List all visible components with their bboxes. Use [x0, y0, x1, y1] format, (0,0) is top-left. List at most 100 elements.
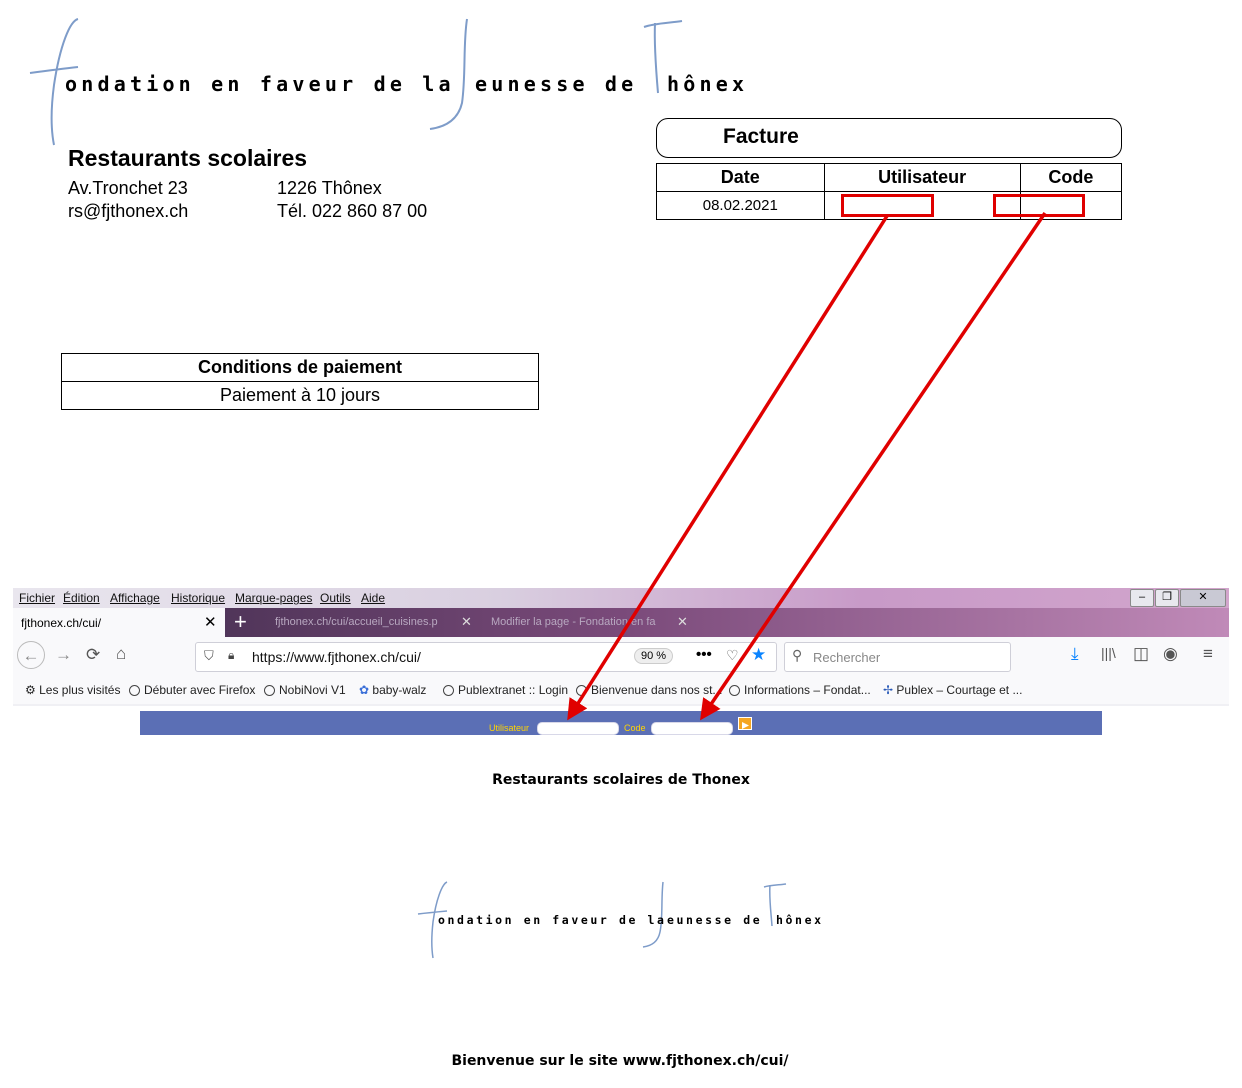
tab-inactive-1[interactable]: fjthonex.ch/cui/accueil_cuisines.p ✕: [275, 612, 475, 634]
menu-historique[interactable]: Historique: [171, 591, 225, 605]
logo-text-part2: eunesse de: [475, 72, 638, 96]
bookmark-label: Débuter avec Firefox: [144, 683, 256, 697]
site-user-input[interactable]: [537, 722, 619, 735]
url-text[interactable]: https://www.fjthonex.ch/cui/: [252, 649, 421, 665]
bookmark-label: Bienvenue dans nos st...: [591, 683, 723, 697]
new-tab-icon[interactable]: +: [234, 609, 247, 635]
bookmark-most-visited[interactable]: ⚙ Les plus visités: [25, 683, 120, 697]
browser-window: Fichier Édition Affichage Historique Mar…: [13, 588, 1229, 706]
globe-icon: [264, 685, 275, 696]
bookmark-publex[interactable]: ✢ Publex – Courtage et ...: [883, 683, 1022, 697]
menu-aide[interactable]: Aide: [361, 591, 385, 605]
menu-marque-pages[interactable]: Marque-pages: [235, 591, 312, 605]
bookmark-bienvenue[interactable]: Bienvenue dans nos st...: [576, 683, 722, 697]
bookmark-label: Informations – Fondat...: [744, 683, 871, 697]
invoice-header-code: Code: [1019, 163, 1123, 192]
bookmark-label: baby-walz: [372, 683, 427, 697]
logo-text-part1: ondation en faveur de la: [65, 72, 455, 96]
payment-header: Conditions de paiement: [61, 353, 539, 382]
menu-bar: Fichier Édition Affichage Historique Mar…: [13, 588, 1229, 608]
bookmark-label: Publex – Courtage et ...: [896, 683, 1023, 697]
logo-small-part1: ondation en faveur de la: [438, 913, 667, 927]
library-icon[interactable]: |||\: [1101, 645, 1116, 661]
minimize-button[interactable]: –: [1130, 589, 1154, 607]
tab-inactive-2[interactable]: Modifier la page - Fondation en fa ✕: [491, 612, 691, 634]
bookmark-label: NobiNovi V1: [279, 683, 346, 697]
letterhead-phone: Tél. 022 860 87 00: [277, 201, 428, 221]
bookmark-label: Les plus visités: [39, 683, 121, 697]
letterhead-city: 1226 Thônex: [277, 178, 382, 198]
logo-small-part2: eunesse de: [667, 913, 763, 927]
payment-table: Conditions de paiement Paiement à 10 jou…: [61, 353, 539, 410]
invoice-date: 08.02.2021: [656, 191, 825, 220]
lock-icon[interactable]: 🔒︎: [228, 648, 234, 663]
shield-icon[interactable]: ⛉: [204, 648, 214, 664]
globe-icon: [443, 685, 454, 696]
site-heading: Restaurants scolaires de Thonex: [492, 772, 750, 788]
bookmark-baby-walz[interactable]: ✿ baby-walz: [359, 683, 426, 697]
menu-hamburger-icon[interactable]: ≡: [1203, 644, 1213, 664]
close-window-button[interactable]: ✕: [1180, 589, 1226, 607]
letterhead-email: rs@fjthonex.ch: [68, 201, 189, 221]
invoice-header-user: Utilisateur: [823, 163, 1021, 192]
gear-icon: ⚙: [25, 683, 40, 697]
bookmark-informations[interactable]: Informations – Fondat...: [729, 683, 871, 697]
payment-terms: Paiement à 10 jours: [61, 381, 539, 410]
menu-affichage[interactable]: Affichage: [110, 591, 160, 605]
bookmark-publextranet[interactable]: Publextranet :: Login: [443, 683, 568, 697]
account-icon[interactable]: ◉: [1163, 644, 1178, 664]
bookmark-label: Publextranet :: Login: [458, 683, 569, 697]
reload-icon[interactable]: ⟳: [86, 645, 100, 665]
tab-active-label: fjthonex.ch/cui/: [21, 616, 102, 630]
globe-icon: [576, 685, 587, 696]
zoom-badge[interactable]: 90 %: [634, 648, 674, 664]
downloads-icon[interactable]: ⤓: [1071, 644, 1079, 664]
search-placeholder: Rechercher: [813, 650, 881, 665]
forward-icon[interactable]: →: [55, 645, 72, 665]
tab-inactive-2-close-icon[interactable]: ✕: [677, 614, 688, 630]
tab-inactive-1-label: fjthonex.ch/cui/accueil_cuisines.p: [275, 616, 438, 628]
site-login-bar: Utilisateur Code: [140, 711, 1102, 735]
tab-inactive-1-close-icon[interactable]: ✕: [461, 614, 472, 630]
logo-text-part3: hônex: [667, 72, 749, 96]
bookmark-star-icon[interactable]: ★: [751, 645, 766, 665]
tab-inactive-2-label: Modifier la page - Fondation en fa: [491, 616, 656, 628]
globe-icon: [129, 685, 140, 696]
flower-icon: ✿: [359, 683, 373, 697]
site-code-label: Code: [624, 723, 646, 733]
menu-fichier[interactable]: Fichier: [19, 591, 55, 605]
page-actions-icon[interactable]: •••: [696, 646, 712, 663]
back-icon[interactable]: ←: [17, 641, 45, 669]
home-icon[interactable]: ⌂: [116, 644, 126, 664]
pocket-icon[interactable]: ♡: [726, 647, 739, 664]
publex-icon: ✢: [883, 683, 897, 697]
bookmark-nobinovi[interactable]: NobiNovi V1: [264, 683, 346, 697]
tab-strip: fjthonex.ch/cui/ ✕ + fjthonex.ch/cui/acc…: [13, 608, 1229, 637]
menu-outils[interactable]: Outils: [320, 591, 351, 605]
sidebar-icon[interactable]: ◫: [1133, 644, 1149, 664]
logo-small-part3: hônex: [776, 913, 824, 927]
globe-icon: [729, 685, 740, 696]
letterhead-title: Restaurants scolaires: [68, 145, 308, 171]
invoice-title: Facture: [723, 125, 799, 148]
invoice-header-date: Date: [656, 163, 825, 192]
login-submit-button[interactable]: [738, 717, 752, 730]
site-code-input[interactable]: [651, 722, 733, 735]
restore-button[interactable]: ❐: [1155, 589, 1179, 607]
letterhead-street: Av.Tronchet 23: [68, 178, 188, 198]
site-welcome: Bienvenue sur le site www.fjthonex.ch/cu…: [451, 1053, 789, 1069]
search-bar[interactable]: ⚲ Rechercher: [784, 642, 1011, 672]
play-icon: [742, 722, 749, 729]
site-user-label: Utilisateur: [489, 723, 530, 733]
code-highlight-box: [993, 194, 1085, 217]
url-bar[interactable]: ⛉ 🔒︎ https://www.fjthonex.ch/cui/ 90 % •…: [195, 642, 777, 672]
menu-edition[interactable]: Édition: [63, 591, 100, 605]
tab-active[interactable]: fjthonex.ch/cui/ ✕: [13, 608, 225, 637]
user-highlight-box: [841, 194, 934, 217]
bookmark-firefox[interactable]: Débuter avec Firefox: [129, 683, 255, 697]
foundation-logo: ondation en faveur de la eunesse de hône…: [29, 15, 760, 150]
navigation-bar: ← → ⟳ ⌂ ⛉ 🔒︎ https://www.fjthonex.ch/cui…: [13, 637, 1229, 675]
foundation-logo-small: ondation en faveur de la eunesse de hône…: [417, 880, 838, 960]
bookmarks-toolbar: ⚙ Les plus visités Débuter avec Firefox …: [13, 675, 1229, 704]
tab-close-icon[interactable]: ✕: [204, 613, 217, 631]
